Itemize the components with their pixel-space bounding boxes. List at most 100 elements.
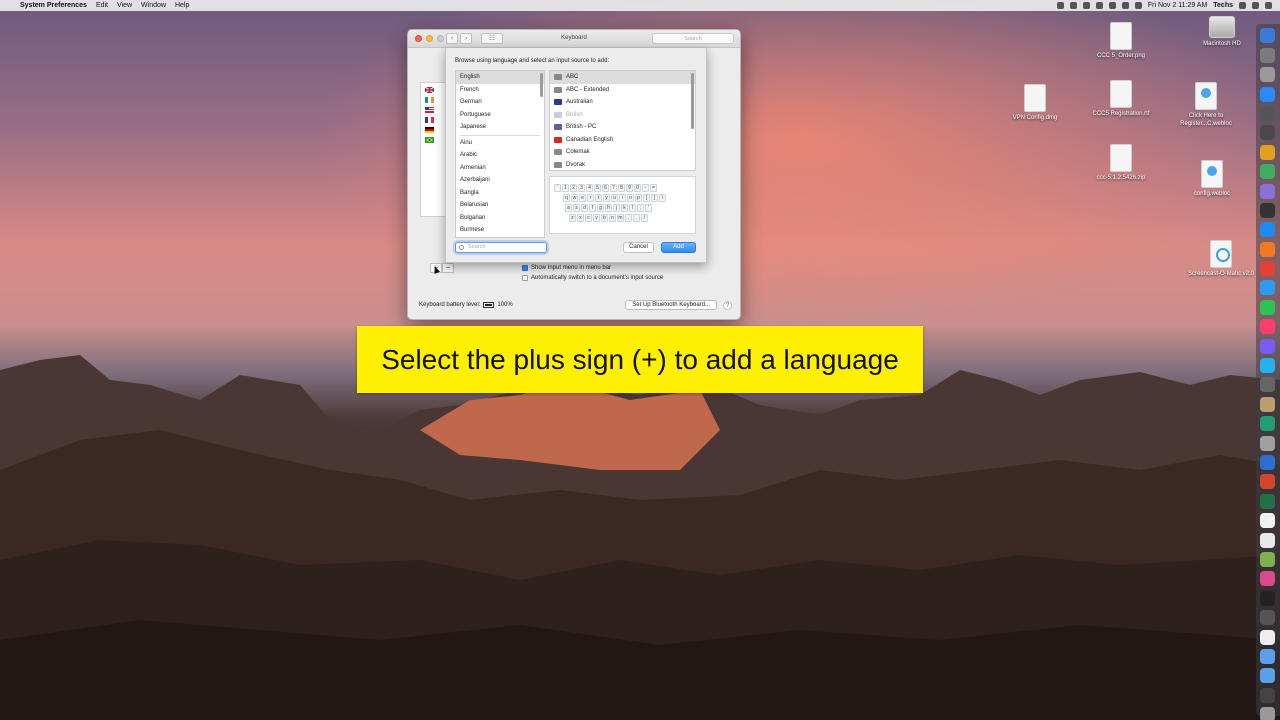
- menu-help[interactable]: Help: [175, 2, 189, 9]
- dock-app-icon[interactable]: [1260, 590, 1275, 606]
- bluetooth-icon[interactable]: [1095, 2, 1103, 9]
- app-menu[interactable]: System Preferences: [20, 2, 87, 9]
- help-button[interactable]: ?: [723, 300, 732, 310]
- setup-bluetooth-keyboard-button[interactable]: Set Up Bluetooth Keyboard...: [625, 300, 717, 310]
- dock-app-icon[interactable]: [1260, 28, 1275, 44]
- input-source-item[interactable]: ABC - Extended: [550, 84, 695, 97]
- dock-app-icon[interactable]: [1260, 396, 1275, 412]
- language-item[interactable]: Bangla: [456, 187, 544, 200]
- desktop-file-icon[interactable]: CCC 5_Order.png: [1086, 22, 1156, 61]
- dock-app-icon[interactable]: [1260, 687, 1275, 703]
- language-item[interactable]: French: [456, 84, 544, 97]
- dock-app-icon[interactable]: [1260, 493, 1275, 509]
- language-item[interactable]: Portuguese: [456, 109, 544, 122]
- dock-app-icon[interactable]: [1260, 202, 1275, 218]
- show-input-menu-checkbox[interactable]: [522, 265, 528, 271]
- remove-input-source-button[interactable]: −: [442, 263, 454, 273]
- menu-edit[interactable]: Edit: [96, 2, 108, 9]
- desktop-icon-label: ccc-5.1.2.5426.zip: [1096, 175, 1146, 181]
- wifi-icon[interactable]: [1108, 2, 1116, 9]
- dock-app-icon[interactable]: [1260, 125, 1275, 141]
- dock-app-icon[interactable]: [1260, 629, 1275, 645]
- desktop-app-icon[interactable]: Screencast-O-Matic v2.0: [1186, 240, 1256, 279]
- language-item[interactable]: Japanese: [456, 121, 544, 134]
- dock-app-icon[interactable]: [1260, 222, 1275, 238]
- dock-app-icon[interactable]: [1260, 532, 1275, 548]
- list-icon[interactable]: [1265, 2, 1272, 9]
- status-icon[interactable]: [1056, 2, 1064, 9]
- input-source-item[interactable]: Dvorak: [550, 159, 695, 171]
- dock-app-icon[interactable]: [1260, 47, 1275, 63]
- dock-app-icon[interactable]: [1260, 280, 1275, 296]
- dock-app-icon[interactable]: [1260, 571, 1275, 587]
- dock-app-icon[interactable]: [1260, 338, 1275, 354]
- flag-icon[interactable]: [1134, 2, 1142, 9]
- status-icon[interactable]: [1069, 2, 1077, 9]
- dock-app-icon[interactable]: [1260, 513, 1275, 529]
- user-menu[interactable]: Techs: [1213, 2, 1233, 9]
- language-list-scrollbar[interactable]: [540, 73, 543, 97]
- dock-app-icon[interactable]: [1260, 261, 1275, 277]
- auto-switch-checkbox[interactable]: [522, 275, 528, 281]
- dock-app-icon[interactable]: [1260, 241, 1275, 257]
- add-button[interactable]: Add: [661, 242, 696, 253]
- language-item[interactable]: Belarusian: [456, 199, 544, 212]
- dock-app-icon[interactable]: [1260, 377, 1275, 393]
- desktop-file-icon[interactable]: ccc-5.1.2.5426.zip: [1086, 144, 1156, 183]
- language-item[interactable]: German: [456, 96, 544, 109]
- clock[interactable]: Fri Nov 2 11:29 AM: [1148, 2, 1207, 9]
- dock-app-icon[interactable]: [1260, 474, 1275, 490]
- desktop-file-icon[interactable]: Click Here to Register...C.webloc: [1171, 82, 1241, 128]
- dock-app-icon[interactable]: [1260, 416, 1275, 432]
- input-sources-list[interactable]: [420, 82, 448, 217]
- dock-app-icon[interactable]: [1260, 144, 1275, 160]
- cancel-button[interactable]: Cancel: [623, 242, 654, 253]
- add-input-source-sheet: Browse using language and select an inpu…: [445, 48, 707, 263]
- dock-app-icon[interactable]: [1260, 105, 1275, 121]
- input-source-item[interactable]: British - PC: [550, 121, 695, 134]
- desktop-disk-icon[interactable]: Macintosh HD: [1187, 16, 1257, 49]
- input-source-item[interactable]: Colemak: [550, 146, 695, 159]
- dock-app-icon[interactable]: [1260, 610, 1275, 626]
- dock-app-icon[interactable]: [1260, 164, 1275, 180]
- dock-app-icon[interactable]: [1260, 299, 1275, 315]
- siri-icon[interactable]: [1252, 2, 1259, 9]
- search-icon[interactable]: [1239, 2, 1246, 9]
- dock-app-icon[interactable]: [1260, 435, 1275, 451]
- dock-app-icon[interactable]: [1260, 454, 1275, 470]
- language-search-input[interactable]: Search: [455, 242, 547, 253]
- dock-app-icon[interactable]: [1260, 86, 1275, 102]
- dock-app-icon[interactable]: [1260, 358, 1275, 374]
- language-item[interactable]: English: [456, 71, 544, 84]
- dock-app-icon[interactable]: [1260, 551, 1275, 567]
- language-item[interactable]: Armenian: [456, 162, 544, 175]
- menu-window[interactable]: Window: [141, 2, 166, 9]
- dock-app-icon[interactable]: [1260, 319, 1275, 335]
- keyboard-preferences-window: ‹ › ☷ Keyboard Search + − Show Input men…: [407, 29, 741, 320]
- language-item[interactable]: Arabic: [456, 149, 544, 162]
- status-icon[interactable]: [1082, 2, 1090, 9]
- key: 5: [594, 184, 601, 192]
- preferences-search-input[interactable]: Search: [652, 33, 734, 44]
- desktop-file-icon[interactable]: VPN Config.dmg: [1000, 84, 1070, 123]
- desktop-file-icon[interactable]: CCC5 Registration.rtf: [1086, 80, 1156, 119]
- language-item[interactable]: Burmese: [456, 224, 544, 237]
- input-source-list-scrollbar[interactable]: [691, 73, 694, 129]
- language-list[interactable]: English French German Portuguese Japanes…: [455, 70, 545, 238]
- volume-icon[interactable]: [1121, 2, 1129, 9]
- input-source-list[interactable]: ABC ABC - Extended Australian British Br…: [549, 70, 696, 171]
- dock-app-icon[interactable]: [1260, 668, 1275, 684]
- dock-app-icon[interactable]: [1260, 183, 1275, 199]
- input-source-item[interactable]: Australian: [550, 96, 695, 109]
- input-source-item[interactable]: Canadian English: [550, 134, 695, 147]
- input-source-item[interactable]: ABC: [550, 71, 695, 84]
- desktop-file-icon[interactable]: config.webloc: [1177, 160, 1247, 199]
- language-item[interactable]: Azerbaijani: [456, 174, 544, 187]
- dock-app-icon[interactable]: [1260, 648, 1275, 664]
- language-item[interactable]: Bulgarian: [456, 212, 544, 225]
- list-divider: [460, 134, 540, 136]
- menu-view[interactable]: View: [117, 2, 132, 9]
- dock-app-icon[interactable]: [1260, 67, 1275, 83]
- dock-app-icon[interactable]: [1260, 707, 1275, 720]
- language-item[interactable]: Ainu: [456, 137, 544, 150]
